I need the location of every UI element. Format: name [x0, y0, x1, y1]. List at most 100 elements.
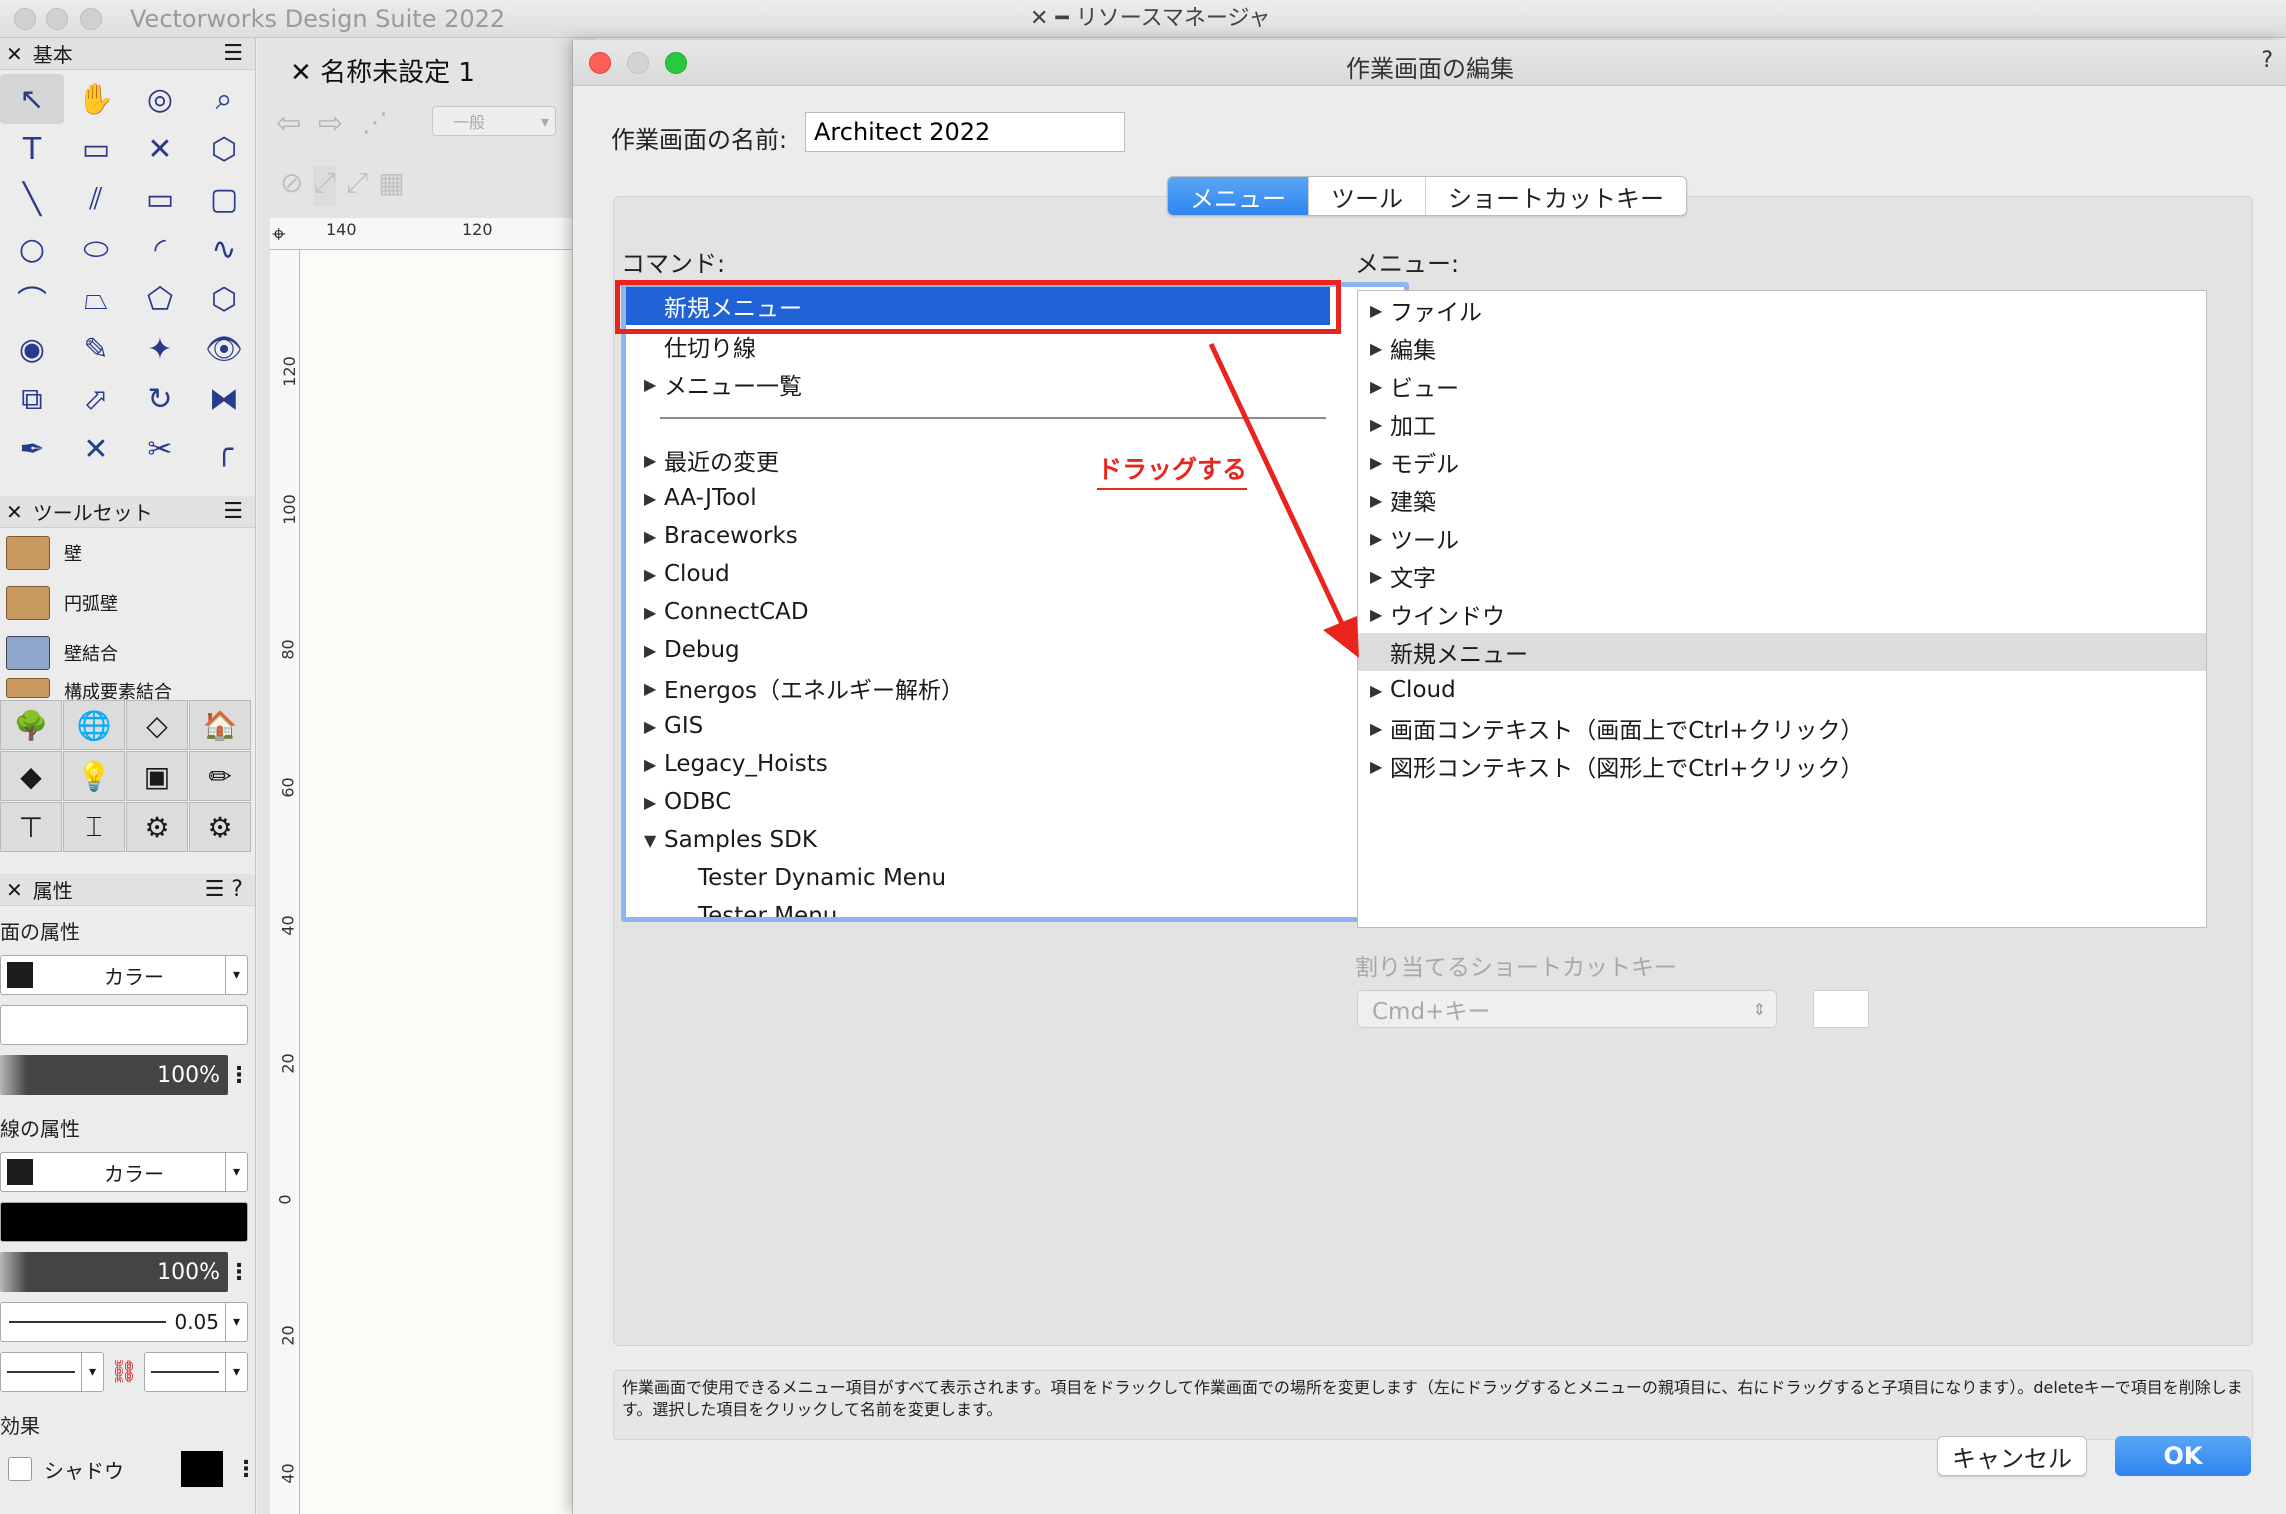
fill-opacity-bar[interactable]: 100%	[0, 1055, 228, 1095]
drawing-canvas[interactable]	[300, 250, 597, 1514]
reshape-tool-icon[interactable]: ⬀	[64, 374, 128, 424]
callout-tool-icon[interactable]: ▭	[64, 124, 128, 174]
gis-toolset-icon[interactable]: 🌐	[63, 700, 125, 750]
magic-wand-tool-icon[interactable]: ✦	[128, 324, 192, 374]
toolset-item-wall[interactable]: 壁	[0, 528, 255, 578]
more-options-icon[interactable]: ⋮	[228, 1063, 250, 1088]
close-icon[interactable]: ✕	[6, 878, 23, 902]
app-minimize-button[interactable]	[46, 8, 68, 30]
freehand-tool-icon[interactable]: ∿	[192, 224, 256, 274]
scissors-tool-icon[interactable]: ✂	[128, 424, 192, 474]
palette-menu-icon[interactable]: ☰	[223, 499, 243, 524]
document-tab[interactable]: ✕ 名称未設定 1	[290, 52, 475, 89]
rectangle-tool-icon[interactable]: ▭	[128, 174, 192, 224]
arc-tool-icon[interactable]: ◜	[128, 224, 192, 274]
more-options-icon[interactable]: ⋮	[235, 1457, 257, 1482]
resource-manager-title[interactable]: ✕ ━ リソースマネージャ	[1030, 0, 1270, 32]
mirror-tool-icon[interactable]: ⧓	[192, 374, 256, 424]
text-tool-icon[interactable]: T	[0, 124, 64, 174]
fill-color-field[interactable]	[0, 1005, 248, 1045]
eyedropper-tool-icon[interactable]: ✎	[64, 324, 128, 374]
spiral-tool-icon[interactable]: ◉	[0, 324, 64, 374]
cancel-button[interactable]: キャンセル	[1937, 1436, 2087, 1476]
fill-color-swatch	[7, 962, 33, 988]
flyover-tool-icon[interactable]: ◎	[128, 74, 192, 124]
crosshair-icon[interactable]: ⌖	[272, 220, 286, 248]
toolset-item-component-join[interactable]: 構成要素結合	[0, 678, 255, 700]
structure-toolset-icon[interactable]: ⌶	[63, 802, 125, 852]
layer-select[interactable]: 一般 ▾	[432, 106, 556, 136]
toolset-item-wall-join[interactable]: 壁結合	[0, 628, 255, 678]
trim-tool-icon[interactable]: ✕	[64, 424, 128, 474]
furniture-toolset-icon[interactable]: ▣	[126, 751, 188, 801]
zoom-tool-icon[interactable]: ⌕	[192, 74, 256, 124]
snap-off-icon[interactable]: ⊘	[280, 166, 303, 206]
snap-grid-icon[interactable]: ⤢	[313, 166, 336, 206]
detail-toolset-icon[interactable]: ✏	[189, 751, 251, 801]
forward-arrow-icon[interactable]: ⇨	[318, 106, 343, 141]
close-icon[interactable]: ✕	[290, 58, 312, 88]
building-toolset-icon[interactable]: 🏠	[189, 700, 251, 750]
app-titlebar: Vectorworks Design Suite 2022 ✕ ━ リソースマネ…	[0, 0, 2286, 38]
close-icon[interactable]: ✕	[6, 42, 23, 66]
palette-menu-icon[interactable]: ☰	[223, 41, 243, 66]
line-weight-select[interactable]: 0.05 ▾	[0, 1302, 248, 1342]
minimize-icon[interactable]: ━	[1055, 6, 1068, 31]
locus-tool-icon[interactable]: ✕	[128, 124, 192, 174]
circle-tool-icon[interactable]: ○	[0, 224, 64, 274]
selection-tool-icon[interactable]: ↖	[0, 74, 64, 124]
shadow-color-swatch[interactable]	[181, 1451, 223, 1487]
snap-layer-icon[interactable]: ▦	[378, 166, 404, 206]
shadow-checkbox[interactable]	[8, 1457, 32, 1481]
link-icon[interactable]: ⛓	[104, 1360, 144, 1385]
visibility-tool-icon[interactable]: 👁	[192, 324, 256, 374]
site-toolset-icon[interactable]: 🌳	[0, 700, 62, 750]
shortcut-key-input[interactable]	[1813, 990, 1869, 1028]
close-icon[interactable]: ✕	[1030, 6, 1048, 31]
toolset-palette-header[interactable]: ✕ ツールセット ☰	[0, 496, 255, 528]
plumbing-toolset-icon[interactable]: ⊤	[0, 802, 62, 852]
description-text: 作業画面で使用できるメニュー項目がすべて表示されます。項目をドラックして作業画面…	[613, 1370, 2253, 1440]
fill-attributes-label: 面の属性	[0, 920, 80, 944]
split-tool-icon[interactable]: ✒	[0, 424, 64, 474]
resize-tool-icon[interactable]: ⧉	[0, 374, 64, 424]
end-marker-select[interactable]: ▾	[144, 1352, 248, 1392]
line-style-select[interactable]: カラー ▾	[0, 1152, 248, 1192]
machine-toolset-icon[interactable]: ⚙	[126, 802, 188, 852]
up-down-chevron-icon: ⇕	[1752, 999, 1766, 1019]
fillet-tool-icon[interactable]: ╭	[192, 424, 256, 474]
line-opacity-bar[interactable]: 100%	[0, 1252, 228, 1292]
basic-palette-header[interactable]: ✕ 基本 ☰	[0, 38, 255, 70]
view-history-icon[interactable]: ⋰	[362, 108, 388, 138]
line-tool-icon[interactable]: ╲	[0, 174, 64, 224]
shortcut-modifier-select[interactable]: Cmd+キー ⇕	[1357, 990, 1777, 1028]
regular-polygon-tool-icon[interactable]: ⬡	[192, 274, 256, 324]
back-arrow-icon[interactable]: ⇦	[276, 106, 301, 141]
close-icon[interactable]: ✕	[6, 500, 23, 524]
polyline-tool-icon[interactable]: ⌒	[0, 274, 64, 324]
double-line-tool-icon[interactable]: ⫽	[64, 174, 128, 224]
gear-icon[interactable]: ⚙	[189, 802, 251, 852]
app-close-button[interactable]	[14, 8, 36, 30]
effects-label: 効果	[0, 1414, 40, 1438]
oval-tool-icon[interactable]: ⬭	[64, 224, 128, 274]
double-polygon-tool-icon[interactable]: ⬠	[128, 274, 192, 324]
fill-style-select[interactable]: カラー ▾	[0, 955, 248, 995]
visualization-toolset-icon[interactable]: ◆	[0, 751, 62, 801]
palette-menu-icon[interactable]: ☰ ?	[205, 877, 243, 902]
rotate-tool-icon[interactable]: ↻	[128, 374, 192, 424]
toolset-item-round-wall[interactable]: 円弧壁	[0, 578, 255, 628]
dims-toolset-icon[interactable]: ◇	[126, 700, 188, 750]
lighting-toolset-icon[interactable]: 💡	[63, 751, 125, 801]
snap-object-icon[interactable]: ⤢	[346, 166, 368, 206]
attributes-palette-header[interactable]: ✕ 属性 ☰ ?	[0, 874, 255, 906]
line-color-field[interactable]	[0, 1202, 248, 1242]
symbol-tool-icon[interactable]: ⬡	[192, 124, 256, 174]
ok-button[interactable]: OK	[2115, 1436, 2251, 1476]
rounded-rectangle-tool-icon[interactable]: ▢	[192, 174, 256, 224]
start-marker-select[interactable]: ▾	[0, 1352, 104, 1392]
polygon-tool-icon[interactable]: ⏢	[64, 274, 128, 324]
more-options-icon[interactable]: ⋮	[228, 1260, 250, 1285]
app-zoom-button[interactable]	[80, 8, 102, 30]
pan-tool-icon[interactable]: ✋	[64, 74, 128, 124]
